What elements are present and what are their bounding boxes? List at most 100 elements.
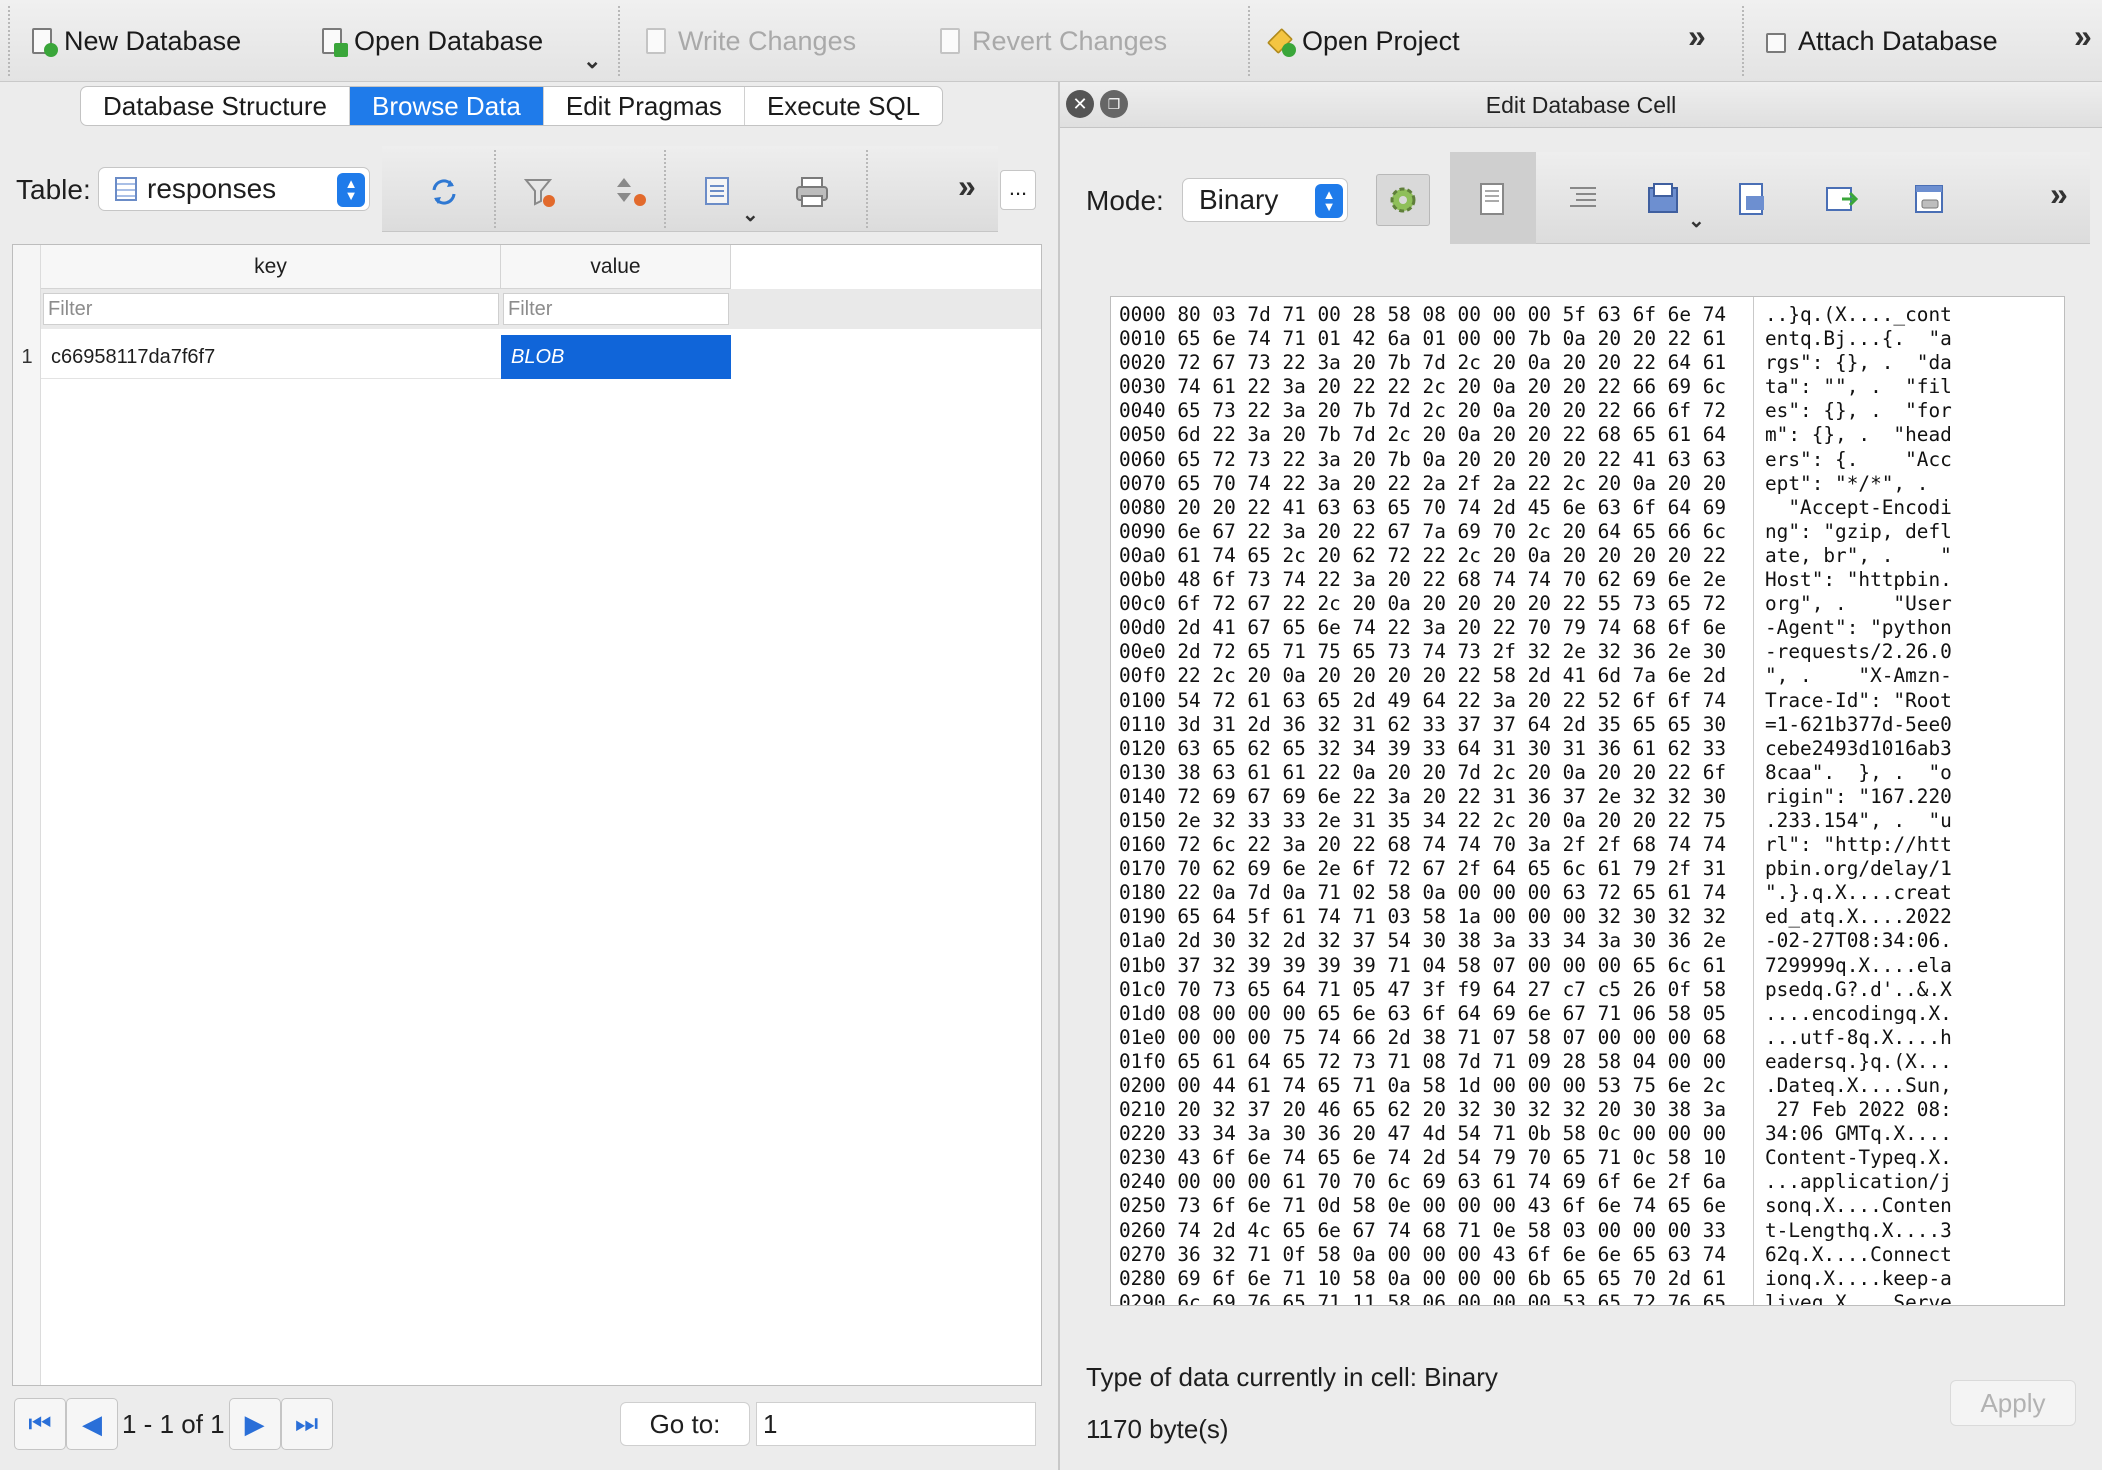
goto-input[interactable]: 1 [756,1402,1036,1446]
ascii-line[interactable]: rl": "http://htt [1765,833,1952,857]
ascii-line[interactable]: eadersq.}q.(X... [1765,1050,1952,1074]
apply-button[interactable]: Apply [1950,1380,2076,1426]
hex-line[interactable]: 0040 65 73 22 3a 20 7b 7d 2c 20 0a 20 20… [1119,399,1726,423]
revert-changes-button[interactable]: Revert Changes [936,16,1167,66]
hex-line[interactable]: 01d0 08 00 00 00 65 6e 63 6f 64 69 6e 67… [1119,1002,1726,1026]
ascii-line[interactable]: psedq.G?.d'..&.X [1765,978,1952,1002]
ascii-line[interactable]: ", . "X-Amzn- [1765,664,1952,688]
hex-line[interactable]: 0110 3d 31 2d 36 32 31 62 33 37 37 64 2d… [1119,713,1726,737]
set-as-null-icon[interactable] [1824,182,1859,216]
hex-column[interactable]: 0000 80 03 7d 71 00 28 58 08 00 00 00 5f… [1119,303,1726,1305]
hex-line[interactable]: 0250 73 6f 6e 71 0d 58 0e 00 00 00 43 6f… [1119,1194,1726,1218]
hex-line[interactable]: 01f0 65 61 64 65 72 73 71 08 7d 71 09 28… [1119,1050,1726,1074]
ascii-line[interactable]: 62q.X....Connect [1765,1243,1952,1267]
ascii-line[interactable]: cebe2493d1016ab3 [1765,737,1952,761]
hex-line[interactable]: 01b0 37 32 39 39 39 39 71 04 58 07 00 00… [1119,954,1726,978]
hex-line[interactable]: 0200 00 44 61 74 65 71 0a 58 1d 00 00 00… [1119,1074,1726,1098]
clear-filters-icon[interactable] [522,174,558,210]
hex-line[interactable]: 00b0 48 6f 73 74 22 3a 20 22 68 74 74 70… [1119,568,1726,592]
write-changes-button[interactable]: Write Changes [642,16,856,66]
hex-line[interactable]: 0030 74 61 22 3a 20 22 22 2c 20 0a 20 20… [1119,375,1726,399]
edit-toolbar-overflow-icon[interactable]: » [2050,176,2068,213]
ascii-line[interactable]: ....encodingq.X. [1765,1002,1952,1026]
hex-line[interactable]: 01a0 2d 30 32 2d 32 37 54 30 38 3a 33 34… [1119,929,1726,953]
hex-line[interactable]: 00f0 22 2c 20 0a 20 20 20 20 22 58 2d 41… [1119,664,1726,688]
ascii-column[interactable]: ..}q.(X...._cont entq.Bj...{. "a rgs": {},… [1765,303,1952,1305]
ascii-line[interactable]: org", . "User [1765,592,1952,616]
hex-line[interactable]: 0240 00 00 00 61 70 70 6c 69 63 61 74 69… [1119,1170,1726,1194]
ascii-line[interactable]: sonq.X....Conten [1765,1194,1952,1218]
hex-line[interactable]: 0130 38 63 61 61 22 0a 20 20 7d 2c 20 0a… [1119,761,1726,785]
tab-browse-data[interactable]: Browse Data [350,87,544,125]
hex-line[interactable]: 01e0 00 00 00 75 74 66 2d 38 71 07 58 07… [1119,1026,1726,1050]
export-icon[interactable] [1736,182,1770,216]
ascii-line[interactable]: ..}q.(X...._cont [1765,303,1952,327]
ascii-line[interactable]: .233.154", . "u [1765,809,1952,833]
hex-line[interactable]: 0220 33 34 3a 30 36 20 47 4d 54 71 0b 58… [1119,1122,1726,1146]
hex-line[interactable]: 00d0 2d 41 67 65 6e 74 22 3a 20 22 70 79… [1119,616,1726,640]
next-page-icon[interactable]: ▶ [228,1398,281,1450]
hex-line[interactable]: 0140 72 69 67 69 6e 22 3a 20 22 31 36 37… [1119,785,1726,809]
import-dropdown-icon[interactable]: ⌄ [1688,208,1705,233]
hex-line[interactable]: 0090 6e 67 22 3a 20 22 67 7a 69 70 2c 20… [1119,520,1726,544]
attach-database-button[interactable]: Attach Database [1762,16,1998,66]
ascii-line[interactable]: rigin": "167.220 [1765,785,1952,809]
filter-input-value[interactable]: Filter [503,293,729,325]
print-icon[interactable] [794,174,830,210]
ascii-line[interactable]: liveq.X....Serve [1765,1291,1952,1305]
ascii-line[interactable]: rgs": {}, . "da [1765,351,1952,375]
hex-line[interactable]: 00e0 2d 72 65 71 75 65 73 74 73 2f 32 2e… [1119,640,1726,664]
ascii-line[interactable]: ed_atq.X....2022 [1765,905,1952,929]
filter-input-key[interactable]: Filter [43,293,499,325]
hex-editor[interactable]: 0000 80 03 7d 71 00 28 58 08 00 00 00 5f… [1110,296,2065,1306]
ascii-line[interactable]: Content-Typeq.X. [1765,1146,1952,1170]
new-database-button[interactable]: New Database [28,16,241,66]
ascii-line[interactable]: -02-27T08:34:06. [1765,929,1952,953]
hex-line[interactable]: 0190 65 64 5f 61 74 71 03 58 1a 00 00 00… [1119,905,1726,929]
word-wrap-icon[interactable] [1476,182,1510,216]
more-options-button[interactable]: ... [1000,170,1036,210]
ascii-line[interactable]: t-Lengthq.X....3 [1765,1219,1952,1243]
column-header-key[interactable]: key [41,245,501,289]
ascii-line[interactable]: 729999q.X....ela [1765,954,1952,978]
ascii-line[interactable]: 27 Feb 2022 08: [1765,1098,1952,1122]
import-icon[interactable] [1646,182,1680,216]
hex-line[interactable]: 0080 20 20 22 41 63 63 65 70 74 2d 45 6e… [1119,496,1726,520]
hex-line[interactable]: 0210 20 32 37 20 46 65 62 20 32 30 32 32… [1119,1098,1726,1122]
tab-execute-sql[interactable]: Execute SQL [745,87,942,125]
ascii-line[interactable]: ng": "gzip, defl [1765,520,1952,544]
table-cell-key[interactable]: c66958117da7f6f7 [41,335,501,379]
hex-line[interactable]: 0000 80 03 7d 71 00 28 58 08 00 00 00 5f… [1119,303,1726,327]
table-cell-value[interactable]: BLOB [501,335,731,379]
hex-line[interactable]: 0150 2e 32 33 33 2e 31 35 34 22 2c 20 0a… [1119,809,1726,833]
hex-line[interactable]: 00c0 6f 72 67 22 2c 20 0a 20 20 20 20 22… [1119,592,1726,616]
browse-toolbar-overflow-icon[interactable]: » [958,168,976,205]
hex-line[interactable]: 0260 74 2d 4c 65 6e 67 74 68 71 0e 58 03… [1119,1219,1726,1243]
ascii-line[interactable]: ta": "", . "fil [1765,375,1952,399]
ascii-line[interactable]: ...utf-8q.X....h [1765,1026,1952,1050]
save-table-icon[interactable] [702,174,738,210]
ascii-line[interactable]: 34:06 GMTq.X.... [1765,1122,1952,1146]
hex-line[interactable]: 0070 65 70 74 22 3a 20 22 2a 2f 2a 22 2c… [1119,472,1726,496]
clear-sort-icon[interactable] [614,174,650,210]
ascii-line[interactable]: -Agent": "python [1765,616,1952,640]
hex-line[interactable]: 01c0 70 73 65 64 71 05 47 3f f9 64 27 c7… [1119,978,1726,1002]
pane-divider[interactable] [1058,82,1060,1470]
mode-select[interactable]: Binary ▲ ▼ [1182,178,1348,222]
ascii-line[interactable]: entq.Bj...{. "a [1765,327,1952,351]
print-cell-icon[interactable] [1912,182,1946,216]
ascii-line[interactable]: ers": {. "Acc [1765,448,1952,472]
ascii-line[interactable]: "Accept-Encodi [1765,496,1951,520]
open-database-dropdown-icon[interactable]: ⌄ [583,48,601,74]
hex-line[interactable]: 0270 36 32 71 0f 58 0a 00 00 00 43 6f 6e… [1119,1243,1726,1267]
previous-page-icon[interactable]: ◀ [66,1398,118,1450]
hex-line[interactable]: 0230 43 6f 6e 74 65 6e 74 2d 54 79 70 65… [1119,1146,1726,1170]
hex-line[interactable]: 00a0 61 74 65 2c 20 62 72 22 2c 20 0a 20… [1119,544,1726,568]
first-page-icon[interactable]: ⏮ [14,1398,66,1450]
save-table-dropdown-icon[interactable]: ⌄ [742,202,759,227]
table-select[interactable]: responses ▲ ▼ [98,167,370,211]
auto-format-icon[interactable] [1566,182,1600,216]
tab-database-structure[interactable]: Database Structure [81,87,351,125]
ascii-line[interactable]: ate, br", . " [1765,544,1952,568]
ascii-line[interactable]: =1-621b377d-5ee0 [1765,713,1952,737]
